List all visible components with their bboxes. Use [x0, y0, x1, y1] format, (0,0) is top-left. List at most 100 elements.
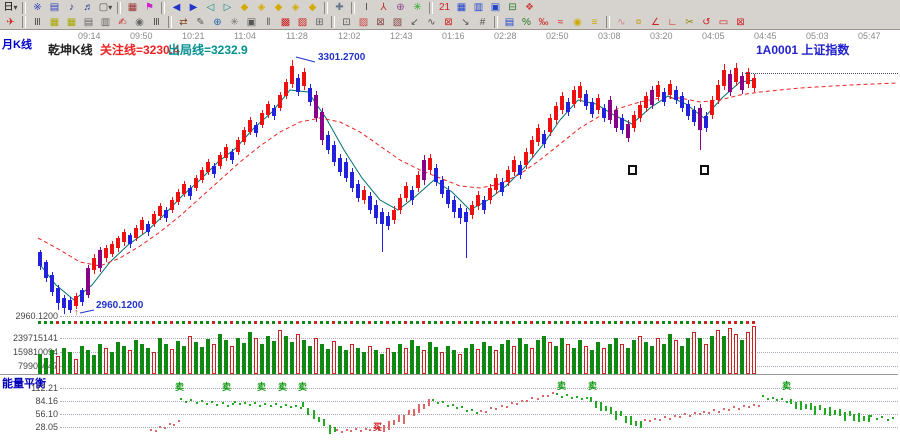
volume-bar — [644, 342, 648, 374]
oscillator-dot — [537, 398, 539, 400]
chart-area[interactable]: 月K线 乾坤K线 关注线=3230.4 出局线=3232.9 1A0001 上证… — [0, 0, 900, 440]
volume-bar — [98, 344, 102, 374]
oscillator-bar — [413, 409, 415, 416]
time-axis-label: 02:50 — [546, 31, 569, 41]
volume-tick — [548, 321, 551, 324]
oscillator-dot — [552, 392, 554, 394]
oscillator-dot — [748, 406, 750, 408]
volume-bar — [734, 334, 738, 374]
volume-tick — [284, 321, 287, 324]
time-axis-label: 09:14 — [78, 31, 101, 41]
candlestick — [374, 205, 378, 218]
candlestick — [578, 86, 582, 98]
volume-tick — [140, 321, 143, 324]
volume-tick — [122, 321, 125, 324]
candlestick — [380, 212, 384, 224]
oscillator-scale-label: 28.05 — [2, 422, 58, 432]
oscillator-dot — [346, 429, 348, 431]
signal-marker-sell: 卖 — [557, 379, 566, 392]
candlestick — [662, 92, 666, 102]
volume-bar — [698, 338, 702, 374]
candlestick — [728, 74, 732, 92]
candlestick — [686, 104, 690, 116]
oscillator-dot — [249, 404, 251, 406]
oscillator-dot — [456, 407, 458, 409]
volume-bar — [44, 358, 48, 374]
price-annotation: 3301.2700 — [318, 52, 365, 63]
oscillator-dot — [870, 415, 872, 417]
candlestick — [62, 298, 66, 308]
oscillator-dot — [887, 419, 889, 421]
volume-tick — [302, 321, 305, 324]
signal-marker-buy: 买 — [373, 420, 382, 433]
candlestick — [194, 178, 198, 188]
volume-bar — [740, 340, 744, 374]
oscillator-scale-label: 56.10 — [2, 409, 58, 419]
volume-bar — [128, 350, 132, 374]
volume-bar — [464, 348, 468, 374]
volume-tick — [728, 321, 731, 324]
volume-tick — [608, 321, 611, 324]
candlestick — [344, 162, 348, 178]
volume-bar — [422, 350, 426, 374]
oscillator-bar — [635, 421, 637, 426]
oscillator-dot — [234, 401, 236, 403]
oscillator-dot — [227, 405, 229, 407]
volume-bar — [170, 349, 174, 374]
candlestick — [98, 250, 102, 268]
volume-bar — [626, 348, 630, 374]
candlestick — [692, 110, 696, 122]
oscillator-scale-label: 84.16 — [2, 396, 58, 406]
oscillator-bar — [398, 415, 400, 422]
oscillator-dot — [743, 405, 745, 407]
volume-tick — [530, 321, 533, 324]
oscillator-dot — [442, 401, 444, 403]
oscillator-dot — [728, 409, 730, 411]
candlestick — [590, 102, 594, 114]
volume-tick — [554, 321, 557, 324]
volume-bar — [188, 336, 192, 374]
oscillator-bar — [795, 402, 797, 409]
volume-tick — [350, 321, 353, 324]
candlestick — [146, 224, 150, 232]
volume-tick — [248, 321, 251, 324]
volume-tick — [614, 321, 617, 324]
candlestick — [128, 235, 132, 244]
volume-bar — [560, 338, 564, 374]
candlestick — [614, 110, 618, 128]
volume-bar — [722, 336, 726, 374]
oscillator-dot — [173, 424, 175, 426]
oscillator-dot — [365, 428, 367, 430]
oscillator-dot — [892, 417, 894, 419]
volume-bar — [338, 346, 342, 374]
oscillator-gridline — [60, 427, 898, 428]
volume-tick — [638, 321, 641, 324]
price-annotation: 2960.1200 — [96, 300, 143, 311]
volume-tick — [338, 321, 341, 324]
volume-scale-label: 239715141 — [2, 333, 58, 343]
candlestick — [122, 232, 126, 242]
candlestick — [680, 96, 684, 108]
candlestick — [218, 155, 222, 166]
oscillator-dot — [556, 393, 558, 395]
volume-bar — [212, 344, 216, 374]
oscillator-bar — [790, 399, 792, 404]
oscillator-bar — [403, 415, 405, 424]
volume-tick — [290, 321, 293, 324]
oscillator-dot — [881, 416, 883, 418]
volume-tick — [260, 321, 263, 324]
signal-marker-sell: 卖 — [278, 380, 287, 393]
oscillator-bar — [329, 425, 331, 434]
oscillator-dot — [150, 429, 152, 431]
volume-bar — [434, 347, 438, 374]
oscillator-bar — [834, 410, 836, 415]
volume-bar — [452, 350, 456, 374]
volume-tick — [158, 321, 161, 324]
volume-bar — [584, 346, 588, 374]
candlestick — [626, 124, 630, 138]
volume-tick — [680, 321, 683, 324]
volume-tick — [668, 321, 671, 324]
candlestick — [440, 180, 444, 194]
time-axis-label: 03:20 — [650, 31, 673, 41]
oscillator-bar — [814, 406, 816, 415]
